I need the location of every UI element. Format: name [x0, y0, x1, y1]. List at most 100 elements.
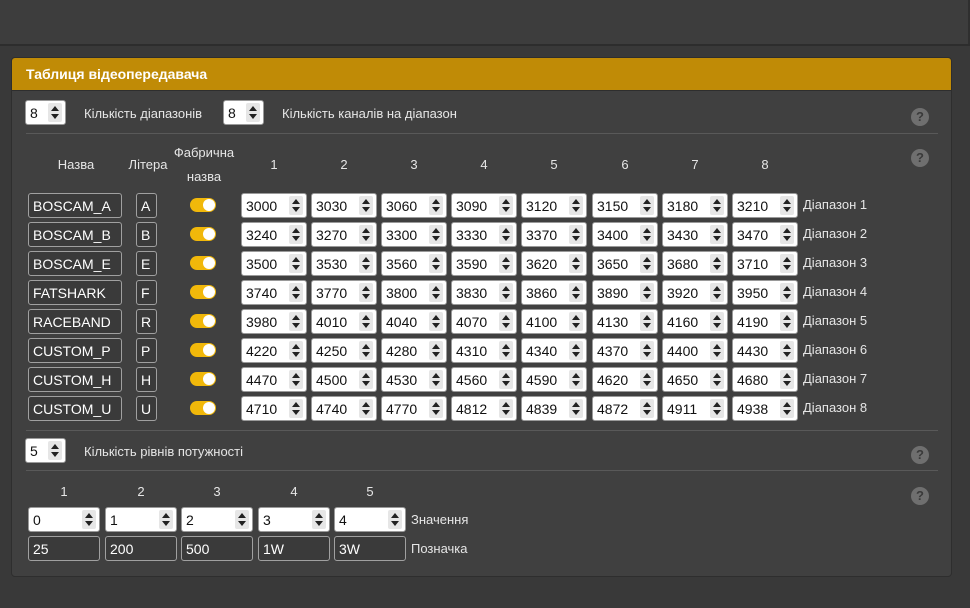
- factory-toggle[interactable]: [190, 401, 216, 415]
- frequency-stepper[interactable]: 4370: [592, 338, 658, 363]
- stepper-arrows-icon[interactable]: [429, 283, 443, 302]
- stepper-arrows-icon[interactable]: [569, 312, 583, 331]
- power-count-stepper[interactable]: 5: [25, 438, 66, 463]
- frequency-stepper[interactable]: 4560: [451, 367, 517, 392]
- frequency-stepper[interactable]: 4340: [521, 338, 587, 363]
- channel-count-stepper[interactable]: 8: [223, 100, 264, 125]
- band-count-stepper[interactable]: 8: [25, 100, 66, 125]
- frequency-stepper[interactable]: 3240: [241, 222, 307, 247]
- frequency-stepper[interactable]: 3860: [521, 280, 587, 305]
- stepper-arrows-icon[interactable]: [710, 283, 724, 302]
- frequency-stepper[interactable]: 4040: [381, 309, 447, 334]
- frequency-stepper[interactable]: 4220: [241, 338, 307, 363]
- frequency-stepper[interactable]: 3210: [732, 193, 798, 218]
- power-label-input[interactable]: 200: [105, 536, 177, 561]
- stepper-arrows-icon[interactable]: [569, 254, 583, 273]
- frequency-stepper[interactable]: 4590: [521, 367, 587, 392]
- frequency-stepper[interactable]: 4010: [311, 309, 377, 334]
- frequency-stepper[interactable]: 4470: [241, 367, 307, 392]
- stepper-arrows-icon[interactable]: [289, 341, 303, 360]
- band-letter-input[interactable]: R: [136, 309, 157, 334]
- stepper-arrows-icon[interactable]: [289, 399, 303, 418]
- power-value-stepper[interactable]: 0: [28, 507, 100, 532]
- stepper-arrows-icon[interactable]: [710, 399, 724, 418]
- stepper-arrows-icon[interactable]: [246, 103, 260, 122]
- frequency-stepper[interactable]: 4160: [662, 309, 728, 334]
- stepper-arrows-icon[interactable]: [569, 370, 583, 389]
- frequency-stepper[interactable]: 3150: [592, 193, 658, 218]
- factory-toggle[interactable]: [190, 285, 216, 299]
- stepper-arrows-icon[interactable]: [640, 283, 654, 302]
- frequency-stepper[interactable]: 4680: [732, 367, 798, 392]
- band-letter-input[interactable]: P: [136, 338, 157, 363]
- stepper-arrows-icon[interactable]: [640, 312, 654, 331]
- frequency-stepper[interactable]: 3980: [241, 309, 307, 334]
- stepper-arrows-icon[interactable]: [48, 103, 62, 122]
- factory-toggle[interactable]: [190, 198, 216, 212]
- frequency-stepper[interactable]: 3710: [732, 251, 798, 276]
- factory-toggle[interactable]: [190, 227, 216, 241]
- stepper-arrows-icon[interactable]: [569, 196, 583, 215]
- stepper-arrows-icon[interactable]: [780, 399, 794, 418]
- frequency-stepper[interactable]: 3180: [662, 193, 728, 218]
- frequency-stepper[interactable]: 4620: [592, 367, 658, 392]
- frequency-stepper[interactable]: 4710: [241, 396, 307, 421]
- stepper-arrows-icon[interactable]: [429, 312, 443, 331]
- frequency-stepper[interactable]: 4500: [311, 367, 377, 392]
- stepper-arrows-icon[interactable]: [289, 312, 303, 331]
- frequency-stepper[interactable]: 4430: [732, 338, 798, 363]
- frequency-stepper[interactable]: 3370: [521, 222, 587, 247]
- stepper-arrows-icon[interactable]: [359, 283, 373, 302]
- stepper-arrows-icon[interactable]: [499, 225, 513, 244]
- stepper-arrows-icon[interactable]: [429, 196, 443, 215]
- frequency-stepper[interactable]: 4250: [311, 338, 377, 363]
- band-name-input[interactable]: RACEBAND: [28, 309, 122, 334]
- stepper-arrows-icon[interactable]: [429, 399, 443, 418]
- frequency-stepper[interactable]: 3950: [732, 280, 798, 305]
- stepper-arrows-icon[interactable]: [780, 196, 794, 215]
- stepper-arrows-icon[interactable]: [289, 283, 303, 302]
- frequency-stepper[interactable]: 3090: [451, 193, 517, 218]
- stepper-arrows-icon[interactable]: [569, 399, 583, 418]
- stepper-arrows-icon[interactable]: [780, 225, 794, 244]
- band-letter-input[interactable]: U: [136, 396, 157, 421]
- stepper-arrows-icon[interactable]: [388, 510, 402, 529]
- power-value-stepper[interactable]: 2: [181, 507, 253, 532]
- frequency-stepper[interactable]: 4740: [311, 396, 377, 421]
- power-label-input[interactable]: 500: [181, 536, 253, 561]
- frequency-stepper[interactable]: 4872: [592, 396, 658, 421]
- stepper-arrows-icon[interactable]: [359, 399, 373, 418]
- frequency-stepper[interactable]: 4400: [662, 338, 728, 363]
- frequency-stepper[interactable]: 4130: [592, 309, 658, 334]
- stepper-arrows-icon[interactable]: [359, 196, 373, 215]
- factory-toggle[interactable]: [190, 314, 216, 328]
- stepper-arrows-icon[interactable]: [499, 341, 513, 360]
- band-letter-input[interactable]: B: [136, 222, 157, 247]
- stepper-arrows-icon[interactable]: [359, 370, 373, 389]
- power-value-stepper[interactable]: 4: [334, 507, 406, 532]
- stepper-arrows-icon[interactable]: [359, 225, 373, 244]
- frequency-stepper[interactable]: 4280: [381, 338, 447, 363]
- stepper-arrows-icon[interactable]: [710, 254, 724, 273]
- frequency-stepper[interactable]: 3560: [381, 251, 447, 276]
- frequency-stepper[interactable]: 4190: [732, 309, 798, 334]
- frequency-stepper[interactable]: 3620: [521, 251, 587, 276]
- stepper-arrows-icon[interactable]: [312, 510, 326, 529]
- frequency-stepper[interactable]: 3000: [241, 193, 307, 218]
- stepper-arrows-icon[interactable]: [159, 510, 173, 529]
- band-letter-input[interactable]: F: [136, 280, 157, 305]
- frequency-stepper[interactable]: 4650: [662, 367, 728, 392]
- band-letter-input[interactable]: E: [136, 251, 157, 276]
- stepper-arrows-icon[interactable]: [499, 399, 513, 418]
- stepper-arrows-icon[interactable]: [429, 225, 443, 244]
- frequency-stepper[interactable]: 3430: [662, 222, 728, 247]
- stepper-arrows-icon[interactable]: [499, 283, 513, 302]
- stepper-arrows-icon[interactable]: [710, 196, 724, 215]
- stepper-arrows-icon[interactable]: [710, 312, 724, 331]
- stepper-arrows-icon[interactable]: [640, 196, 654, 215]
- frequency-stepper[interactable]: 4839: [521, 396, 587, 421]
- factory-toggle[interactable]: [190, 343, 216, 357]
- stepper-arrows-icon[interactable]: [429, 341, 443, 360]
- frequency-stepper[interactable]: 3890: [592, 280, 658, 305]
- stepper-arrows-icon[interactable]: [499, 196, 513, 215]
